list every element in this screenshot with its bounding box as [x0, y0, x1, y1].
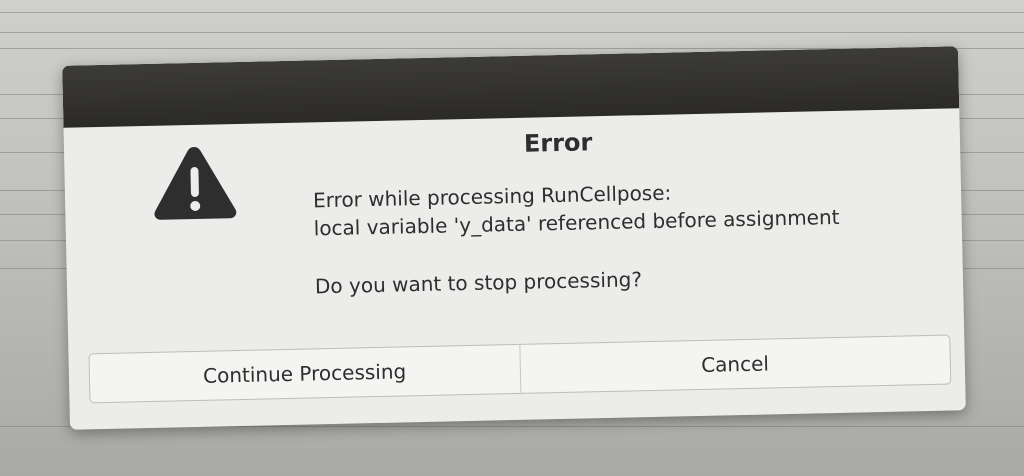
dialog-stage: Error Error while processing RunCellpose…: [62, 46, 966, 430]
background-divider: [0, 12, 1024, 13]
continue-processing-button[interactable]: Continue Processing: [89, 345, 519, 402]
warning-icon: [154, 146, 237, 220]
cancel-button[interactable]: Cancel: [518, 335, 951, 393]
background-divider: [0, 32, 1024, 33]
error-message-line: Error while processing RunCellpose:: [312, 180, 672, 213]
error-dialog: Error Error while processing RunCellpose…: [62, 46, 966, 430]
dialog-title: Error: [523, 128, 593, 158]
dialog-button-bar: Continue Processing Cancel: [88, 334, 952, 404]
stop-processing-question: Do you want to stop processing?: [314, 267, 643, 299]
dialog-titlebar[interactable]: [62, 46, 960, 128]
